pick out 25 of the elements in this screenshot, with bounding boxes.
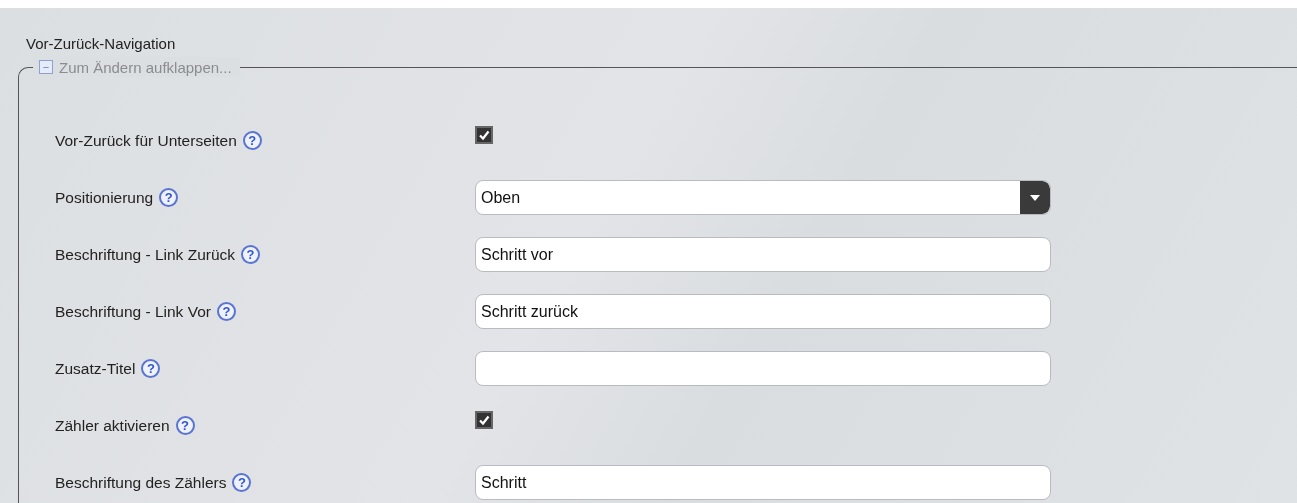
help-icon[interactable]: ? <box>175 416 195 435</box>
text-field[interactable]: Schritt vor <box>475 237 1051 272</box>
help-icon[interactable]: ? <box>241 245 261 264</box>
text-field[interactable]: Schritt <box>475 465 1051 500</box>
help-icon[interactable]: ? <box>159 188 179 207</box>
collapse-toggle[interactable]: − <box>39 60 53 74</box>
caret-icon <box>1030 194 1040 201</box>
field-label: Beschriftung des Zählers <box>55 473 227 492</box>
section-title: Vor-Zurück-Navigation <box>26 34 177 54</box>
dropdown[interactable]: Oben <box>475 180 1051 215</box>
fieldset-legend: Zum Ändern aufklappen... <box>59 58 232 76</box>
field-label: Vor-Zurück für Unterseiten <box>55 131 237 150</box>
text-field[interactable]: Schritt zurück <box>475 294 1051 329</box>
field-label: Positionierung <box>55 188 154 207</box>
field-label: Zähler aktivieren <box>55 416 170 435</box>
help-icon[interactable]: ? <box>242 131 262 150</box>
checkbox[interactable] <box>475 410 493 429</box>
field-label: Beschriftung - Link Zurück <box>55 245 236 264</box>
help-icon[interactable]: ? <box>232 473 252 492</box>
help-icon[interactable]: ? <box>216 302 236 321</box>
checkbox[interactable] <box>475 125 493 144</box>
field-label: Zusatz-Titel <box>55 359 136 378</box>
text-field[interactable] <box>475 351 1051 386</box>
field-label: Beschriftung - Link Vor <box>55 302 211 321</box>
help-icon[interactable]: ? <box>141 359 161 378</box>
